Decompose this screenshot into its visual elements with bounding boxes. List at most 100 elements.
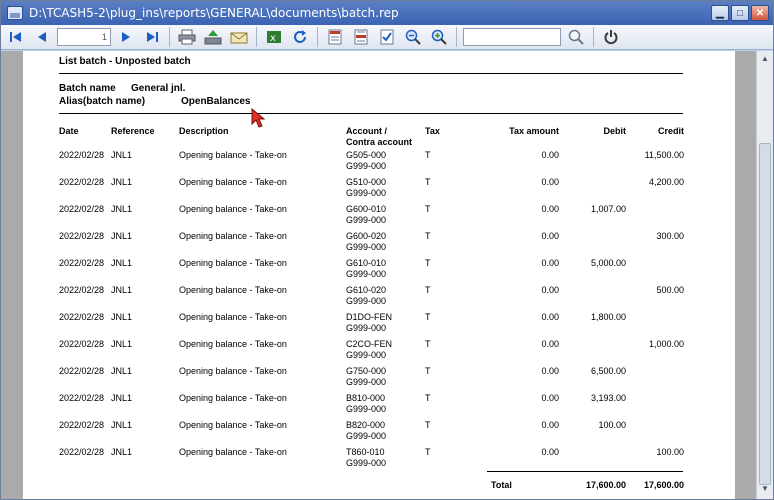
cell-reference: JNL1 [111,258,133,268]
zoom-in-icon [431,29,447,45]
cell-reference: JNL1 [111,420,133,430]
cell-date: 2022/02/28 [59,366,105,376]
cell-contra-account: G999-000 [346,242,387,252]
close-report-button[interactable] [600,27,622,47]
cell-description: Opening balance - Take-on [179,447,287,457]
cell-account: G750-000 [346,366,387,376]
cell-date: 2022/02/28 [59,258,105,268]
total-debit: 17,600.00 [585,480,626,490]
cell-contra-account: G999-000 [346,458,387,468]
excel-button[interactable]: x [263,27,285,47]
cell-account: D1DO-FEN [346,312,393,322]
window-title: D:\TCASH5-2\plug_ins\reports\GENERAL\doc… [29,6,399,20]
vertical-scrollbar[interactable]: ▲ ▼ [756,51,773,499]
cell-account: G610-010 [346,258,387,268]
col-tax: Tax [425,126,440,136]
scroll-up-icon[interactable]: ▲ [759,53,771,65]
cell-reference: JNL1 [111,177,133,187]
cell-tax-amount: 0.00 [541,339,559,349]
cell-tax: T [425,258,431,268]
email-button[interactable] [228,27,250,47]
col-debit: Debit [603,126,627,136]
cell-debit: 1,800.00 [590,312,626,322]
next-page-button[interactable] [115,27,137,47]
title-bar[interactable]: D:\TCASH5-2\plug_ins\reports\GENERAL\doc… [1,1,773,25]
export-button[interactable] [202,27,224,47]
total-credit: 17,600.00 [643,480,684,490]
cell-account: G510-000 [346,177,387,187]
search-icon [568,29,584,45]
cell-contra-account: G999-000 [346,161,387,171]
mouse-cursor-icon [251,108,265,128]
report-page: List batch - Unposted batch Batch name G… [23,51,735,499]
cell-date: 2022/02/28 [59,339,105,349]
cell-tax: T [425,231,431,241]
cell-contra-account: G999-000 [346,404,387,414]
cell-date: 2022/02/28 [59,447,105,457]
window-controls: ▁ □ ✕ [711,5,769,21]
total-divider [487,471,683,472]
cell-contra-account: G999-000 [346,269,387,279]
cell-date: 2022/02/28 [59,393,105,403]
cell-debit: 6,500.00 [590,366,626,376]
cell-account: G505-000 [346,150,387,160]
zoom-out-button[interactable] [402,27,424,47]
print-button[interactable] [176,27,198,47]
cell-tax: T [425,339,431,349]
power-icon [604,30,618,45]
cell-account: B810-000 [346,393,386,403]
divider [59,113,683,114]
cell-reference: JNL1 [111,150,133,160]
cell-reference: JNL1 [111,312,133,322]
col-credit: Credit [657,126,684,136]
toolbar-separator [593,27,594,47]
cell-description: Opening balance - Take-on [179,231,287,241]
minimize-button[interactable]: ▁ [711,5,729,21]
cell-contra-account: G999-000 [346,350,387,360]
first-page-button[interactable] [5,27,27,47]
printer-icon [178,29,196,45]
cell-account: G600-020 [346,231,387,241]
cell-tax: T [425,150,431,160]
cell-account: G610-020 [346,285,387,295]
cell-debit: 100.00 [598,420,626,430]
page-number-input[interactable]: 1 [57,28,111,46]
cell-credit: 1,000.00 [648,339,684,349]
cell-date: 2022/02/28 [59,420,105,430]
layout-3-button[interactable] [376,27,398,47]
cell-description: Opening balance - Take-on [179,177,287,187]
cell-tax: T [425,285,431,295]
cell-tax: T [425,447,431,457]
cell-tax: T [425,366,431,376]
cell-contra-account: G999-000 [346,431,387,441]
printer-app-icon [7,6,23,20]
cell-debit: 1,007.00 [590,204,626,214]
next-page-icon [122,32,130,42]
cell-date: 2022/02/28 [59,285,105,295]
cell-contra-account: G999-000 [346,296,387,306]
cell-reference: JNL1 [111,366,133,376]
prev-page-button[interactable] [31,27,53,47]
cell-tax: T [425,420,431,430]
cell-contra-account: G999-000 [346,377,387,387]
cell-description: Opening balance - Take-on [179,285,287,295]
refresh-icon [294,30,306,43]
close-button[interactable]: ✕ [751,5,769,21]
search-button[interactable] [565,27,587,47]
layout-1-button[interactable] [324,27,346,47]
maximize-button[interactable]: □ [731,5,749,21]
search-input[interactable] [463,28,561,46]
cell-account: C2CO-FEN [346,339,393,349]
last-page-button[interactable] [141,27,163,47]
scroll-thumb[interactable] [759,143,771,485]
col-date: Date [59,126,79,136]
cell-debit: 5,000.00 [590,258,626,268]
envelope-icon [230,32,248,44]
layout-2-button[interactable] [350,27,372,47]
cell-date: 2022/02/28 [59,150,105,160]
cell-tax-amount: 0.00 [541,420,559,430]
cell-credit: 100.00 [656,447,684,457]
zoom-in-button[interactable] [428,27,450,47]
scroll-down-icon[interactable]: ▼ [759,483,771,495]
refresh-button[interactable] [289,27,311,47]
